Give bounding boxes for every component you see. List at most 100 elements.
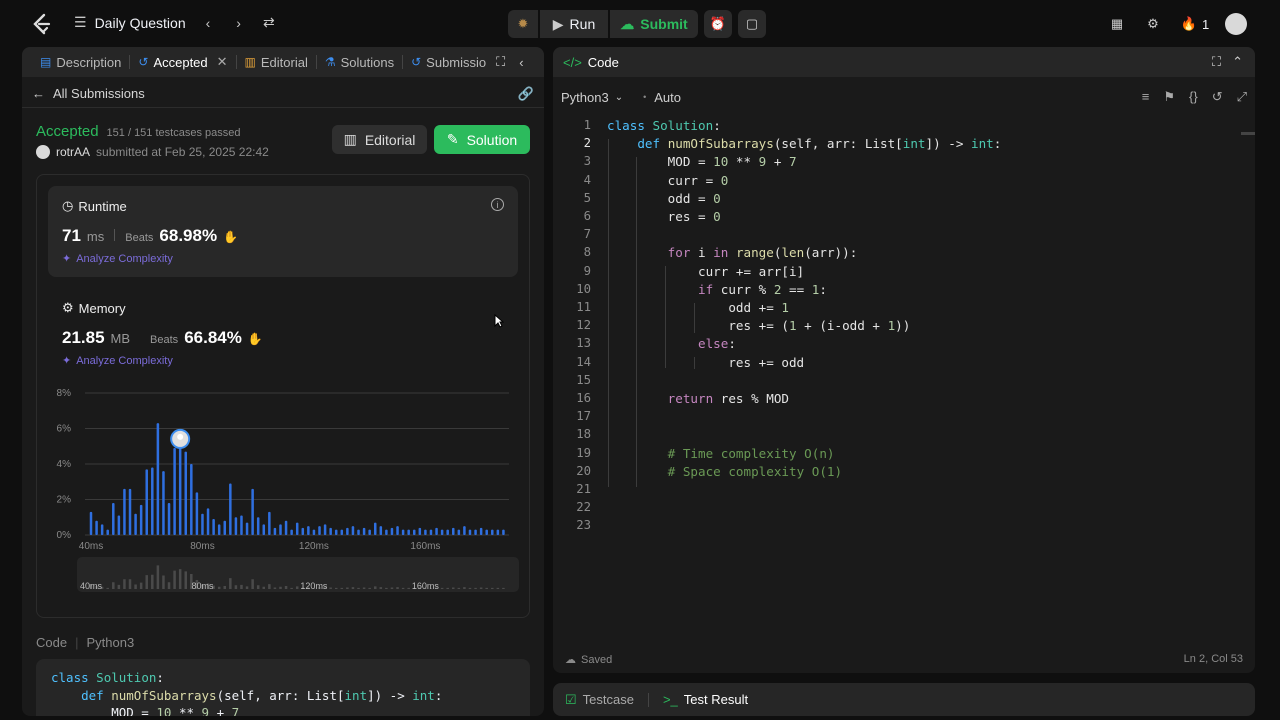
chart-bar [100,524,104,535]
chart-bar [112,503,115,535]
tab-submissions[interactable]: ↺ Submissio [403,47,494,77]
code-lang: Python3 [86,635,135,650]
daily-question-nav[interactable]: ☰ Daily Question ‹ › ⇄ [74,14,275,31]
x-tick-label: 160ms [410,541,440,552]
reset-icon[interactable]: ↺ [1212,89,1223,105]
submit-button[interactable]: ☁ Submit [610,10,698,38]
chart-bar [334,529,338,535]
fire-icon: 🔥 [1180,16,1197,31]
code-line: odd = 0 [607,190,721,206]
navigator-bar [173,570,176,589]
code-line: curr = 0 [607,172,729,188]
all-submissions-link[interactable]: ← All Submissions [32,86,145,101]
navigator-bar [223,586,227,589]
chart-bar [167,503,171,535]
debug-icon[interactable]: ✹ [508,10,538,38]
leetcode-logo-icon[interactable] [28,12,54,36]
chart-bar [151,467,154,535]
chart-bar [229,483,232,535]
chart-bar [251,488,254,535]
shuffle-icon[interactable]: ⇄ [263,14,275,31]
navigator-bar [295,586,299,589]
memory-title-text: Memory [78,300,126,316]
x-tick-label: 80ms [190,541,214,552]
info-icon[interactable]: i [491,198,504,211]
memory-card[interactable]: ⚙ Memory 21.85 MB Beats 66.84% ✋ ✦ Analyze… [48,288,518,379]
tab-accepted[interactable]: ↺ Accepted ✕ [130,47,235,77]
streak-counter[interactable]: 🔥 1 [1180,14,1210,34]
tab-editorial[interactable]: ▥ Editorial [237,47,316,77]
chevron-up-icon[interactable]: ⌃ [1232,54,1243,70]
runtime-title: ◷ Runtime [62,198,127,214]
chart-bar [390,527,394,535]
tab-label: Submissio [426,54,487,70]
left-tab-bar: ▤ Description ↺ Accepted ✕ ▥ Editorial ⚗ Solu… [22,47,544,77]
tab-test-result[interactable]: >_ Test Result [663,692,748,707]
book-icon: ▥ [244,55,256,69]
book-icon: ▥ [343,131,357,147]
analyze-complexity-link[interactable]: ✦ Analyze Complexity [62,354,173,368]
chart-bar [474,529,477,535]
cloud-upload-icon: ☁ [620,15,635,32]
collapse-icon[interactable]: ‹ [519,55,523,70]
code-line: odd += 1 [607,300,789,315]
code-line: def numOfSubarrays(self, arr: List[int])… [637,136,1002,152]
description-icon: ▤ [40,55,52,69]
navigator-bar [162,575,165,589]
editorial-button[interactable]: ▥ Editorial [332,125,427,154]
user-avatar[interactable] [1225,13,1247,35]
line-number: 14 [576,354,591,369]
scrollbar[interactable] [1241,132,1255,135]
line-number: 2 [583,136,591,151]
solution-button[interactable]: ✎ Solution [434,125,530,154]
chart-bar [217,524,221,535]
bookmark-icon[interactable]: ⚑ [1163,89,1175,105]
runtime-card[interactable]: ◷ Runtime i 71 ms Beats 68.98% ✋ ✦ Analyze… [48,186,518,277]
next-problem-icon[interactable]: › [236,15,241,31]
chart-bar [212,519,215,535]
code-label: Code [36,635,68,650]
line-number: 6 [583,209,591,223]
chart-bar [429,529,433,535]
tab-testcase[interactable]: ☑ Testcase [565,692,634,708]
notes-icon[interactable]: ▢ [738,10,766,38]
bullet-icon: • [643,92,647,102]
run-button[interactable]: ▶ Run [540,10,608,38]
maximize-icon[interactable]: ⛶ [1212,54,1221,70]
navigator-bar [106,587,109,589]
chart-bar [95,520,98,535]
gear-icon[interactable]: ⚙ [1144,15,1162,33]
chart-bar [379,526,383,535]
flask-icon: ⚗ [324,55,336,69]
cursor-position: Ln 2, Col 53 [1183,653,1243,665]
chart-bar [362,527,366,535]
chart-bar [312,529,316,535]
braces-icon[interactable]: {} [1189,89,1198,105]
tab-label: Editorial [260,54,308,70]
chart-bar [502,529,505,535]
expand-icon[interactable]: ⤢ [1237,89,1247,105]
link-icon[interactable]: 🔗 [518,86,534,102]
runtime-value: 71 [62,226,81,245]
sparkle-icon: ✦ [62,253,72,265]
clap-icon: ✋ [247,332,263,346]
alarm-clock-icon[interactable]: ⏰ [704,10,732,38]
maximize-icon[interactable]: ⛶ [496,54,505,70]
close-icon[interactable]: ✕ [217,54,228,70]
code-preview: class Solution: def numOfSubarrays(self,… [36,659,530,716]
x-tick-label: 40ms [79,541,103,552]
runtime-distribution-chart[interactable]: 8% 6% 4% 2% 0% 40ms 80ms 120ms 160ms 40ms 80ms 120m… [51,385,521,610]
code-line: # Space complexity O(1) [667,463,843,479]
tab-solutions[interactable]: ⚗ Solutions [317,47,402,77]
code-editor[interactable]: 1 class Solution: 2 def numOfSubarrays(sel… [553,115,1255,585]
tab-description[interactable]: ▤ Description [32,47,129,77]
chart-bar [346,527,349,535]
language-select[interactable]: Python3 ⌄ [561,90,623,105]
format-icon[interactable]: ≡ [1142,89,1150,105]
navigator-bar [240,584,243,589]
layout-icon[interactable]: ▦ [1108,15,1126,33]
analyze-complexity-link[interactable]: ✦ Analyze Complexity [62,252,173,266]
prev-problem-icon[interactable]: ‹ [206,15,211,31]
username[interactable]: rotrAA [56,145,90,159]
auto-label[interactable]: Auto [654,90,681,105]
